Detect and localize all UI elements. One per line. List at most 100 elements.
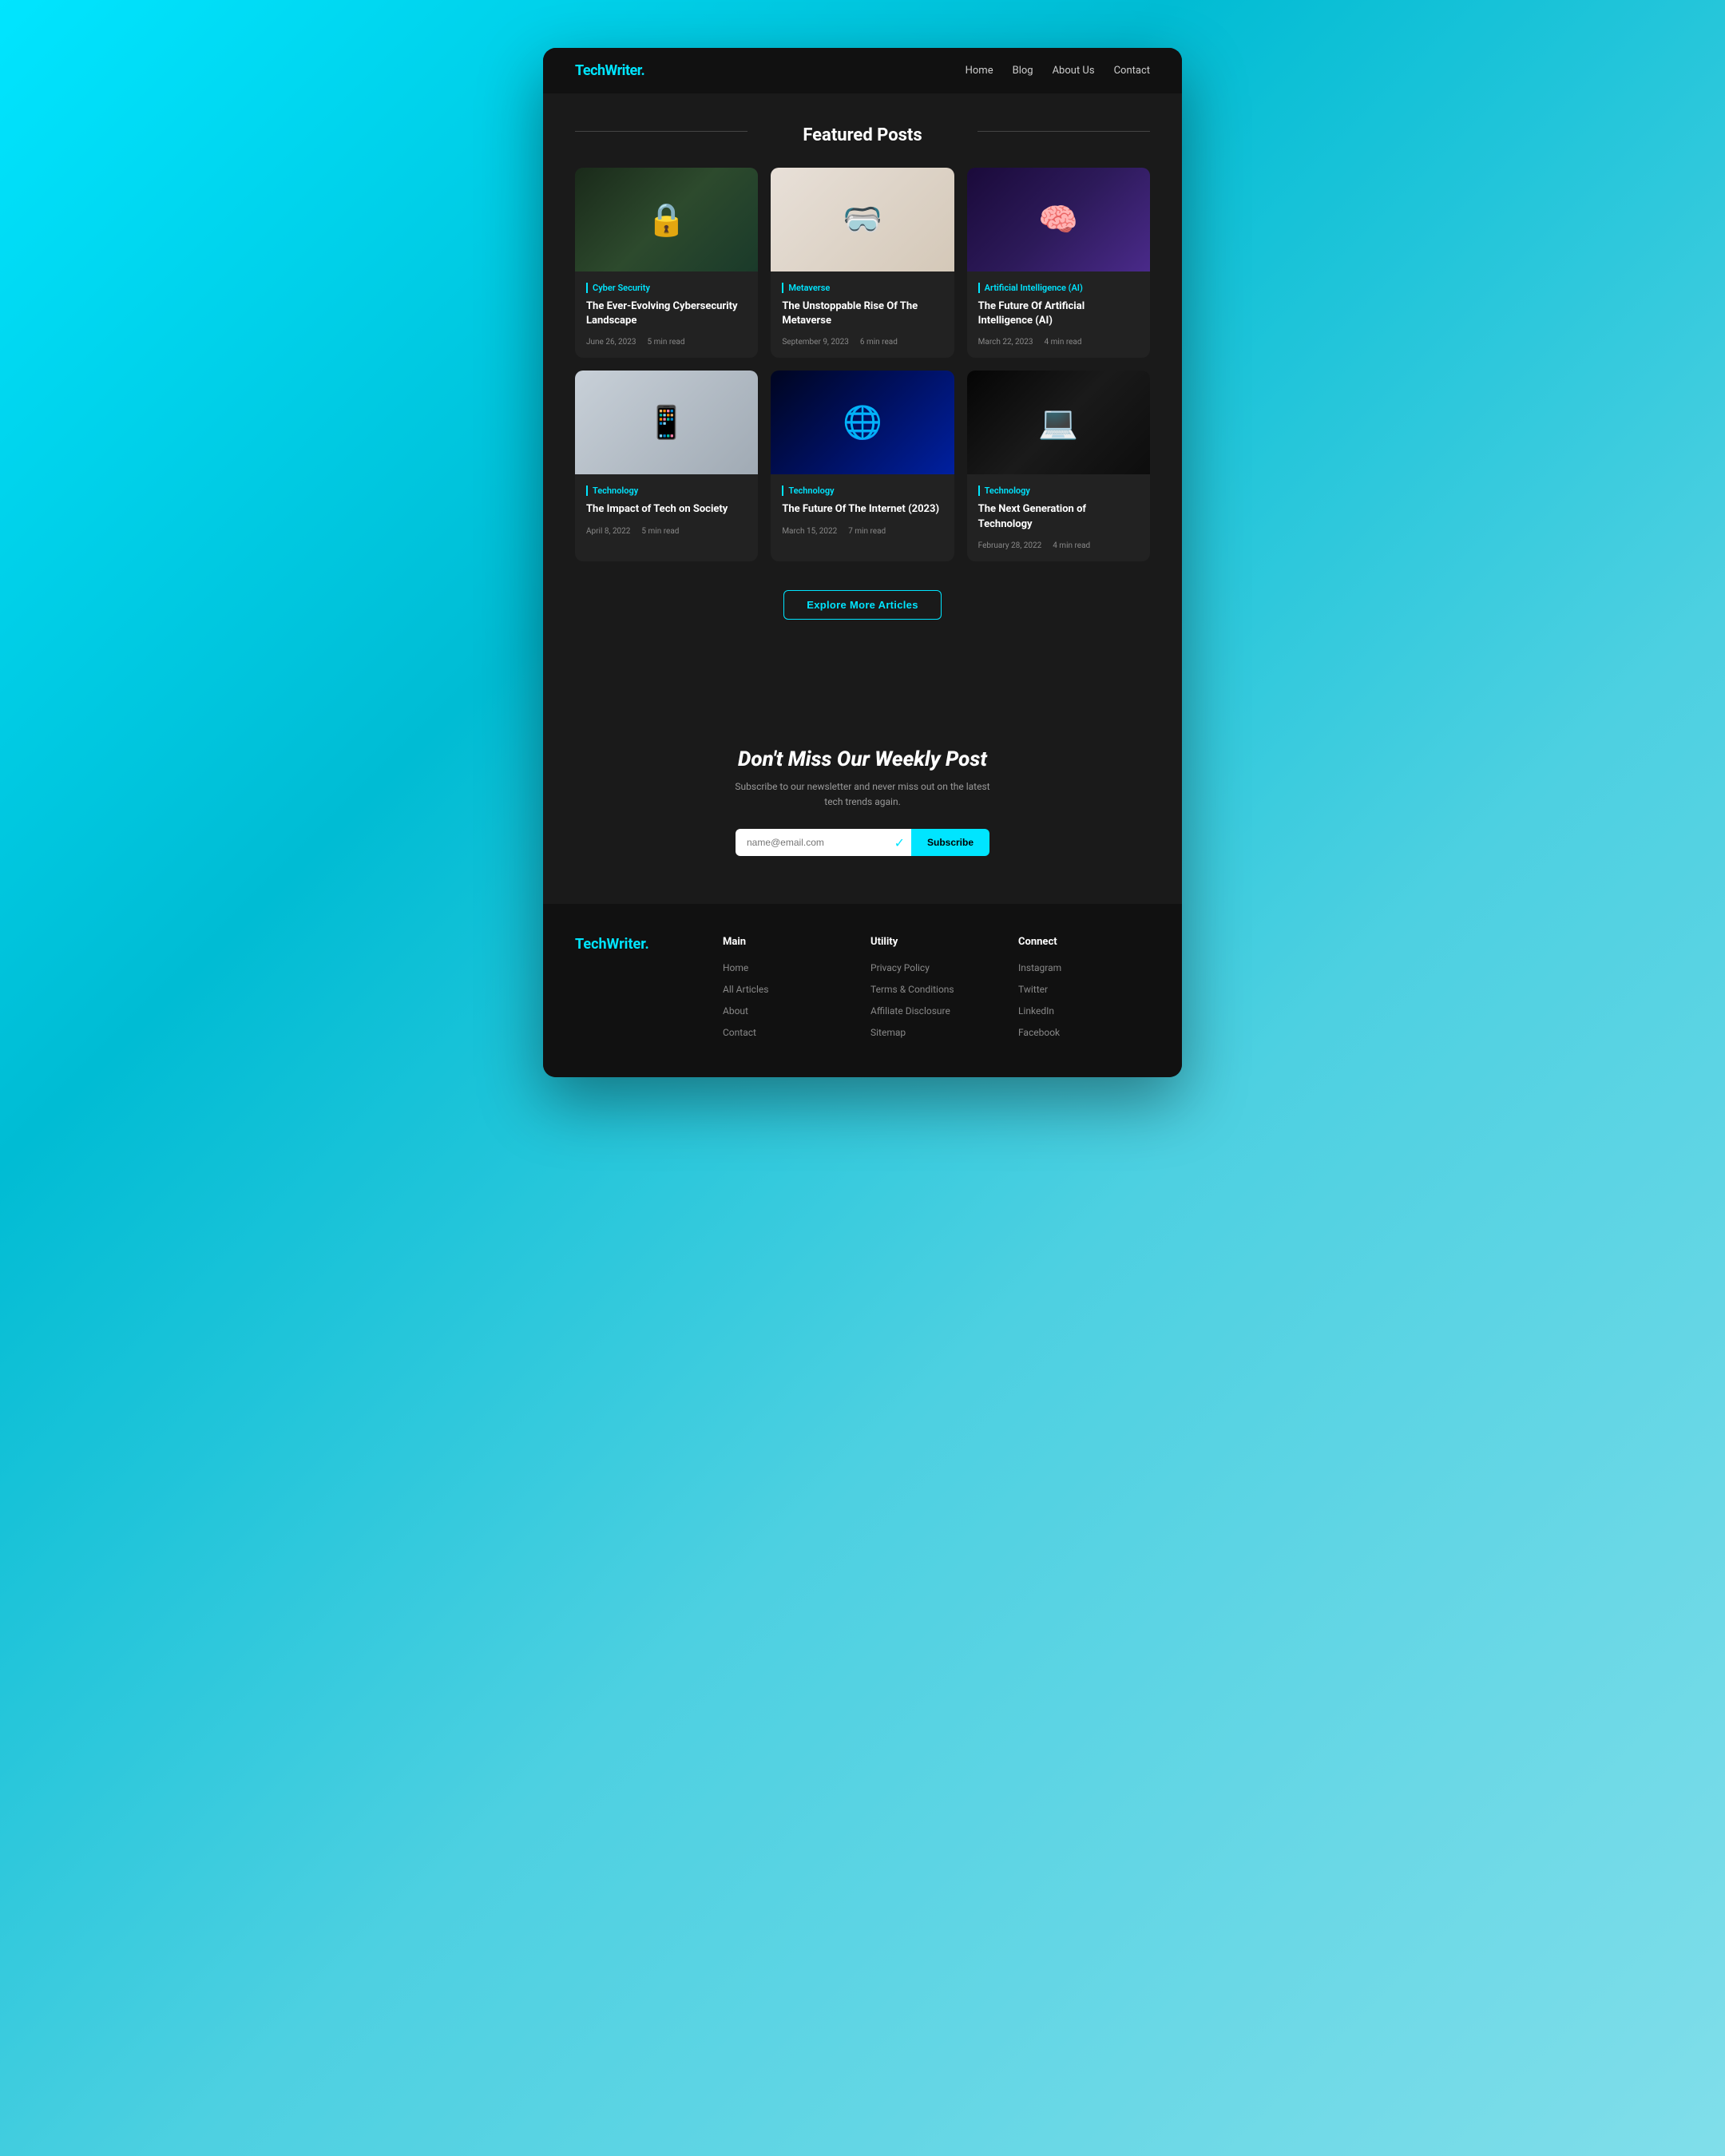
post-date-ai: March 22, 2023 <box>978 338 1033 347</box>
featured-header: Featured Posts <box>575 93 1150 168</box>
post-meta-internet: March 15, 2022 7 min read <box>782 527 942 536</box>
post-meta-next-gen: February 28, 2022 4 min read <box>978 541 1139 550</box>
site-logo[interactable]: TechWriter. <box>575 62 644 79</box>
email-input-wrapper: ✓ <box>736 829 911 856</box>
footer-link-home[interactable]: Home <box>723 959 855 974</box>
footer-link-about[interactable]: About <box>723 1002 855 1017</box>
explore-section: Explore More Articles <box>575 574 1150 660</box>
footer-link-linkedin[interactable]: LinkedIn <box>1018 1002 1150 1017</box>
post-body-tech-society: Technology The Impact of Tech on Society… <box>575 474 758 546</box>
post-body-internet: Technology The Future Of The Internet (2… <box>771 474 954 546</box>
post-image-ai <box>967 168 1150 271</box>
newsletter-subtitle: Subscribe to our newsletter and never mi… <box>559 779 1166 810</box>
post-date-cybersecurity: June 26, 2023 <box>586 338 636 347</box>
footer-col-main: Main Home All Articles About Contact <box>723 936 855 1045</box>
post-card-ai[interactable]: Artificial Intelligence (AI) The Future … <box>967 168 1150 358</box>
post-readtime-metaverse: 6 min read <box>860 338 898 347</box>
post-meta-ai: March 22, 2023 4 min read <box>978 338 1139 347</box>
post-category-cybersecurity: Cyber Security <box>586 283 747 293</box>
post-title-metaverse: The Unstoppable Rise Of The Metaverse <box>782 299 942 328</box>
post-body-next-gen: Technology The Next Generation of Techno… <box>967 474 1150 561</box>
footer-link-contact[interactable]: Contact <box>723 1024 855 1039</box>
post-readtime-tech-society: 5 min read <box>641 527 679 536</box>
post-category-tech-society: Technology <box>586 485 747 496</box>
footer-link-all-articles[interactable]: All Articles <box>723 981 855 996</box>
post-title-ai: The Future Of Artificial Intelligence (A… <box>978 299 1139 328</box>
post-card-next-gen[interactable]: Technology The Next Generation of Techno… <box>967 371 1150 561</box>
post-date-tech-society: April 8, 2022 <box>586 527 630 536</box>
post-readtime-ai: 4 min read <box>1045 338 1082 347</box>
email-icon: ✓ <box>894 835 905 850</box>
footer-main-links: Home All Articles About Contact <box>723 959 855 1039</box>
footer-link-instagram[interactable]: Instagram <box>1018 959 1150 974</box>
footer-top: TechWriter. Main Home All Articles About… <box>575 936 1150 1045</box>
post-title-internet: The Future Of The Internet (2023) <box>782 502 942 517</box>
post-card-cybersecurity[interactable]: Cyber Security The Ever-Evolving Cyberse… <box>575 168 758 358</box>
nav-home[interactable]: Home <box>966 65 993 77</box>
featured-title: Featured Posts <box>787 125 938 145</box>
footer-link-terms[interactable]: Terms & Conditions <box>870 981 1002 996</box>
footer-utility-links: Privacy Policy Terms & Conditions Affili… <box>870 959 1002 1039</box>
post-meta-cybersecurity: June 26, 2023 5 min read <box>586 338 747 347</box>
post-image-next-gen <box>967 371 1150 474</box>
post-card-internet[interactable]: Technology The Future Of The Internet (2… <box>771 371 954 561</box>
browser-window: TechWriter. Home Blog About Us Contact F… <box>543 48 1182 1077</box>
newsletter-subtitle-line2: tech trends again. <box>824 796 900 807</box>
footer-utility-title: Utility <box>870 936 1002 948</box>
footer-link-facebook[interactable]: Facebook <box>1018 1024 1150 1039</box>
post-body-ai: Artificial Intelligence (AI) The Future … <box>967 271 1150 358</box>
post-date-metaverse: September 9, 2023 <box>782 338 849 347</box>
footer-link-affiliate[interactable]: Affiliate Disclosure <box>870 1002 1002 1017</box>
post-date-next-gen: February 28, 2022 <box>978 541 1042 550</box>
post-image-metaverse <box>771 168 954 271</box>
footer-main-title: Main <box>723 936 855 948</box>
main-content: Featured Posts Cyber Security The Ever-E… <box>543 93 1182 707</box>
post-body-metaverse: Metaverse The Unstoppable Rise Of The Me… <box>771 271 954 358</box>
post-readtime-cybersecurity: 5 min read <box>648 338 685 347</box>
post-readtime-internet: 7 min read <box>848 527 886 536</box>
nav-about[interactable]: About Us <box>1053 65 1095 77</box>
footer-logo[interactable]: TechWriter. <box>575 936 707 953</box>
newsletter-section: Don't Miss Our Weekly Post Subscribe to … <box>543 707 1182 904</box>
newsletter-form: ✓ Subscribe <box>559 829 1166 856</box>
subscribe-button[interactable]: Subscribe <box>911 829 989 856</box>
posts-grid-row2: Technology The Impact of Tech on Society… <box>575 371 1150 561</box>
post-category-next-gen: Technology <box>978 485 1139 496</box>
nav-links: Home Blog About Us Contact <box>966 65 1150 77</box>
post-date-internet: March 15, 2022 <box>782 527 837 536</box>
post-card-metaverse[interactable]: Metaverse The Unstoppable Rise Of The Me… <box>771 168 954 358</box>
post-category-metaverse: Metaverse <box>782 283 942 293</box>
post-category-ai: Artificial Intelligence (AI) <box>978 283 1139 293</box>
email-input[interactable] <box>736 829 911 856</box>
footer-logo-text: TechWriter <box>575 936 644 953</box>
post-category-internet: Technology <box>782 485 942 496</box>
post-card-tech-society[interactable]: Technology The Impact of Tech on Society… <box>575 371 758 561</box>
explore-more-button[interactable]: Explore More Articles <box>783 590 941 620</box>
footer-logo-dot: . <box>644 936 648 953</box>
navbar: TechWriter. Home Blog About Us Contact <box>543 48 1182 93</box>
newsletter-subtitle-line1: Subscribe to our newsletter and never mi… <box>735 781 989 792</box>
post-title-tech-society: The Impact of Tech on Society <box>586 502 747 517</box>
logo-dot: . <box>640 62 644 79</box>
footer-col-connect: Connect Instagram Twitter LinkedIn Faceb… <box>1018 936 1150 1045</box>
nav-blog[interactable]: Blog <box>1013 65 1033 77</box>
footer-col-utility: Utility Privacy Policy Terms & Condition… <box>870 936 1002 1045</box>
footer-logo-col: TechWriter. <box>575 936 707 953</box>
post-title-cybersecurity: The Ever-Evolving Cybersecurity Landscap… <box>586 299 747 328</box>
post-title-next-gen: The Next Generation of Technology <box>978 502 1139 531</box>
nav-contact[interactable]: Contact <box>1114 65 1150 77</box>
post-readtime-next-gen: 4 min read <box>1053 541 1090 550</box>
footer: TechWriter. Main Home All Articles About… <box>543 904 1182 1077</box>
footer-link-sitemap[interactable]: Sitemap <box>870 1024 1002 1039</box>
footer-link-privacy[interactable]: Privacy Policy <box>870 959 1002 974</box>
post-image-internet <box>771 371 954 474</box>
footer-connect-links: Instagram Twitter LinkedIn Facebook <box>1018 959 1150 1039</box>
posts-grid-row1: Cyber Security The Ever-Evolving Cyberse… <box>575 168 1150 358</box>
post-image-cybersecurity <box>575 168 758 271</box>
post-meta-metaverse: September 9, 2023 6 min read <box>782 338 942 347</box>
post-image-tech-society <box>575 371 758 474</box>
logo-text: TechWriter <box>575 62 640 79</box>
footer-link-twitter[interactable]: Twitter <box>1018 981 1150 996</box>
post-meta-tech-society: April 8, 2022 5 min read <box>586 527 747 536</box>
footer-connect-title: Connect <box>1018 936 1150 948</box>
